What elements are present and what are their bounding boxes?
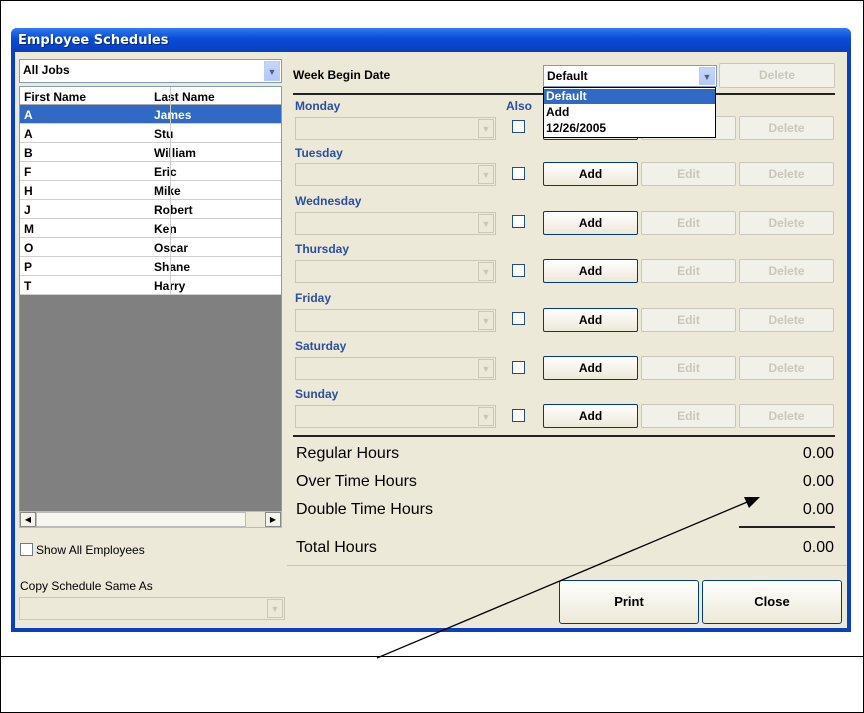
- annotation-arrow: [376, 497, 760, 659]
